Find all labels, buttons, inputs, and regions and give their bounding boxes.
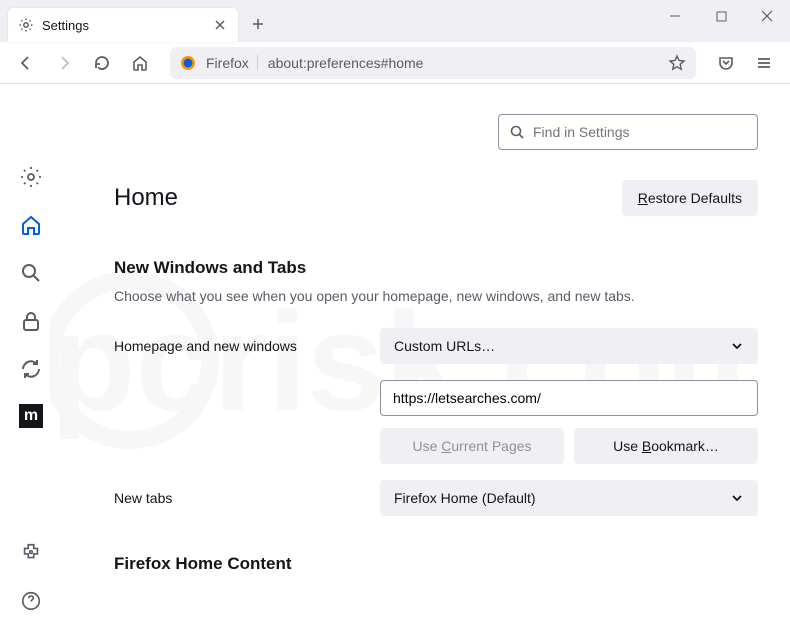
firefox-icon: [180, 55, 196, 71]
homepage-label: Homepage and new windows: [114, 338, 364, 354]
newtabs-select-value: Firefox Home (Default): [394, 490, 536, 506]
close-icon[interactable]: [212, 17, 228, 33]
urlbar-url: about:preferences#home: [268, 55, 658, 71]
sidebar-help-icon[interactable]: [18, 588, 44, 614]
close-window-button[interactable]: [744, 0, 790, 32]
section-firefox-home-title: Firefox Home Content: [114, 554, 758, 574]
sidebar-sync-icon[interactable]: [18, 356, 44, 382]
chevron-down-icon: [730, 339, 744, 353]
forward-button[interactable]: [48, 47, 80, 79]
section-new-windows-desc: Choose what you see when you open your h…: [114, 288, 758, 304]
homepage-url-input[interactable]: [380, 380, 758, 416]
minimize-button[interactable]: [652, 0, 698, 32]
sidebar-search-icon[interactable]: [18, 260, 44, 286]
section-new-windows-title: New Windows and Tabs: [114, 258, 758, 278]
settings-sidebar: m: [0, 84, 62, 634]
browser-tab[interactable]: Settings: [8, 8, 238, 42]
reload-button[interactable]: [86, 47, 118, 79]
restore-defaults-button[interactable]: Restore Defaults: [622, 180, 758, 216]
use-current-pages-button[interactable]: Use Current Pages: [380, 428, 564, 464]
url-bar[interactable]: Firefox about:preferences#home: [170, 47, 696, 79]
page-title: Home: [114, 184, 178, 212]
newtabs-label: New tabs: [114, 490, 364, 506]
sidebar-general-icon[interactable]: [18, 164, 44, 190]
maximize-button[interactable]: [698, 0, 744, 32]
sidebar-privacy-icon[interactable]: [18, 308, 44, 334]
toolbar: Firefox about:preferences#home: [0, 42, 790, 84]
use-bookmark-button[interactable]: Use Bookmark…: [574, 428, 758, 464]
back-button[interactable]: [10, 47, 42, 79]
window-controls: [652, 0, 790, 42]
chevron-down-icon: [730, 491, 744, 505]
titlebar: Settings: [0, 0, 790, 42]
homepage-select[interactable]: Custom URLs…: [380, 328, 758, 364]
settings-search[interactable]: [498, 114, 758, 150]
urlbar-identity: Firefox: [206, 55, 258, 71]
sidebar-home-icon[interactable]: [18, 212, 44, 238]
newtabs-select[interactable]: Firefox Home (Default): [380, 480, 758, 516]
pocket-button[interactable]: [710, 47, 742, 79]
search-icon: [509, 124, 525, 140]
homepage-select-value: Custom URLs…: [394, 338, 495, 354]
sidebar-mozilla-icon[interactable]: m: [19, 404, 43, 428]
sidebar-extensions-icon[interactable]: [18, 540, 44, 566]
home-button[interactable]: [124, 47, 156, 79]
menu-button[interactable]: [748, 47, 780, 79]
search-input[interactable]: [533, 124, 747, 140]
bookmark-star-icon[interactable]: [668, 54, 686, 72]
new-tab-button[interactable]: [244, 10, 272, 38]
gear-icon: [18, 17, 34, 33]
settings-main: Home Restore Defaults New Windows and Ta…: [62, 84, 790, 634]
tab-title: Settings: [42, 18, 204, 33]
